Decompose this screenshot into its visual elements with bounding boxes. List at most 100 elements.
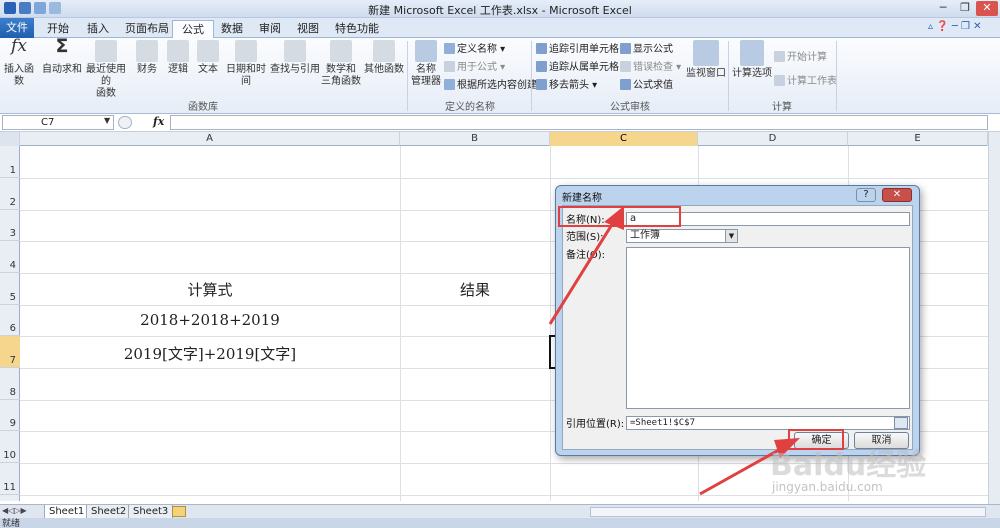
trace-precedents-button[interactable]: 追踪引用单元格 (536, 42, 619, 58)
select-all-corner[interactable] (0, 132, 20, 146)
table-icon (444, 79, 455, 90)
sheet-tab-1[interactable]: Sheet1 (44, 505, 90, 519)
cell-b5[interactable]: 结果 (400, 279, 550, 300)
trace-precedents-label: 追踪引用单元格 (549, 44, 619, 55)
other-functions-button[interactable]: 其他函数 (362, 40, 406, 76)
comment-textarea[interactable] (626, 247, 910, 409)
calc-sheet-button[interactable]: 计算工作表 (774, 74, 837, 90)
column-header-e[interactable]: E (848, 132, 988, 146)
autosum-button[interactable]: Σ 自动求和 (42, 37, 82, 76)
group-separator (407, 41, 408, 111)
sheet-tab-3[interactable]: Sheet3 (128, 505, 174, 519)
restore-button[interactable]: ❐ (954, 1, 976, 16)
error-checking-button[interactable]: 错误检查 ▾ (620, 60, 681, 76)
finance-button[interactable]: 财务 (132, 40, 162, 76)
define-name-button[interactable]: 定义名称 ▾ (444, 42, 505, 58)
show-formulas-button[interactable]: 显示公式 (620, 42, 673, 58)
name-manager-label-2: 管理器 (411, 76, 441, 87)
row-header-7[interactable]: 7 (0, 336, 20, 368)
question-book-icon (167, 40, 189, 62)
cell-a6[interactable]: 2018+2018+2019 (20, 311, 400, 329)
name-tag-icon (415, 40, 437, 62)
cell-a5[interactable]: 计算式 (20, 279, 400, 300)
formula-input[interactable] (170, 115, 988, 130)
name-box[interactable]: C7 (2, 115, 114, 130)
close-button[interactable]: ✕ (976, 1, 998, 16)
use-in-formula-button[interactable]: 用于公式 ▾ (444, 60, 505, 76)
row-header-4[interactable]: 4 (0, 241, 20, 273)
row-header-8[interactable]: 8 (0, 368, 20, 400)
row-header-3[interactable]: 3 (0, 210, 20, 241)
collapse-dialog-icon[interactable] (894, 417, 908, 429)
row-headers: 1 2 3 4 5 6 7 8 9 10 11 (0, 146, 20, 501)
watch-window-label: 监视窗口 (686, 68, 726, 79)
help-icon[interactable]: ▵ ❓ ─ ❐ ✕ (928, 21, 988, 32)
row-header-9[interactable]: 9 (0, 400, 20, 431)
insert-function-button[interactable]: fx 插入函数 (0, 36, 38, 88)
tab-page-layout[interactable]: 页面布局 (116, 20, 178, 38)
annotation-arrow-icon (548, 206, 624, 325)
row-header-6[interactable]: 6 (0, 305, 20, 336)
calc-now-button[interactable]: 开始计算 (774, 50, 827, 66)
define-name-label: 定义名称 (457, 44, 497, 55)
column-header-a[interactable]: A (20, 132, 400, 146)
name-manager-label-1: 名称 (416, 64, 436, 75)
insert-sheet-icon[interactable] (172, 506, 186, 517)
status-bar: 就绪 (0, 518, 1000, 528)
column-header-c[interactable]: C (550, 132, 698, 146)
tab-data[interactable]: 数据 (212, 20, 252, 38)
chevron-down-icon[interactable]: ▼ (104, 116, 110, 125)
sheet-tab-bar: ◀◁▷▶ Sheet1 Sheet2 Sheet3 (0, 504, 1000, 519)
create-from-selection-button[interactable]: 根据所选内容创建 (444, 78, 537, 94)
watch-window-button[interactable]: 监视窗口 (686, 40, 726, 80)
column-header-b[interactable]: B (400, 132, 550, 146)
tab-insert[interactable]: 插入 (78, 20, 118, 38)
vertical-scrollbar[interactable] (988, 132, 1000, 504)
trace-dependents-button[interactable]: 追踪从属单元格 (536, 60, 619, 76)
dialog-close-button[interactable]: ✕ (882, 188, 912, 202)
row-header-11[interactable]: 11 (0, 463, 20, 495)
tab-formulas[interactable]: 公式 (172, 20, 214, 39)
math-label-1: 数学和 (326, 64, 356, 75)
group-separator (531, 41, 532, 111)
tab-file[interactable]: 文件 (0, 18, 34, 38)
sheet-tab-2[interactable]: Sheet2 (86, 505, 132, 519)
logic-button[interactable]: 逻辑 (163, 40, 193, 76)
row-header-2[interactable]: 2 (0, 178, 20, 210)
row-header-1[interactable]: 1 (0, 146, 20, 178)
column-headers: A B C D E (0, 132, 1000, 146)
chevron-down-icon[interactable]: ▼ (725, 230, 737, 242)
watermark-url: jingyan.baidu.com (772, 480, 883, 494)
calc-options-button[interactable]: 计算选项 (732, 40, 772, 80)
splitter-handle[interactable] (118, 116, 132, 129)
title-bar: 新建 Microsoft Excel 工作表.xlsx - Microsoft … (0, 0, 1000, 18)
tab-special[interactable]: 特色功能 (326, 20, 388, 38)
remove-arrows-button[interactable]: 移去箭头 ▾ (536, 78, 597, 94)
tab-view[interactable]: 视图 (288, 20, 328, 38)
column-header-d[interactable]: D (698, 132, 848, 146)
fx-icon: fx (11, 36, 27, 56)
evaluate-formula-button[interactable]: 公式求值 (620, 78, 673, 94)
sheet-nav-arrows-icon[interactable]: ◀◁▷▶ (2, 506, 27, 515)
name-manager-button[interactable]: 名称 管理器 (410, 40, 442, 88)
tab-review[interactable]: 审阅 (250, 20, 290, 38)
horizontal-scrollbar[interactable] (590, 507, 986, 517)
calc-sheet-label: 计算工作表 (787, 76, 837, 87)
cell-a7[interactable]: 2019[文字]+2019[文字] (20, 343, 400, 364)
text-button[interactable]: 文本 (193, 40, 223, 76)
group-label-function-library: 函数库 (188, 102, 218, 113)
dialog-help-button[interactable]: ? (856, 188, 876, 202)
minimize-button[interactable]: ─ (932, 1, 954, 16)
create-from-selection-label: 根据所选内容创建 (457, 80, 537, 91)
fx-icon[interactable]: fx (153, 115, 164, 128)
group-separator (836, 41, 837, 111)
math-label-2: 三角函数 (321, 76, 361, 87)
recent-functions-button[interactable]: 最近使用的 函数 (84, 40, 128, 100)
refers-to-input[interactable]: =Sheet1!$C$7 (626, 416, 910, 430)
row-header-5[interactable]: 5 (0, 273, 20, 305)
row-header-10[interactable]: 10 (0, 431, 20, 463)
datetime-button[interactable]: 日期和时间 (222, 40, 270, 88)
math-button[interactable]: 数学和 三角函数 (320, 40, 362, 88)
group-label-defined-names: 定义的名称 (445, 102, 495, 113)
lookup-button[interactable]: 查找与引用 (270, 40, 320, 76)
